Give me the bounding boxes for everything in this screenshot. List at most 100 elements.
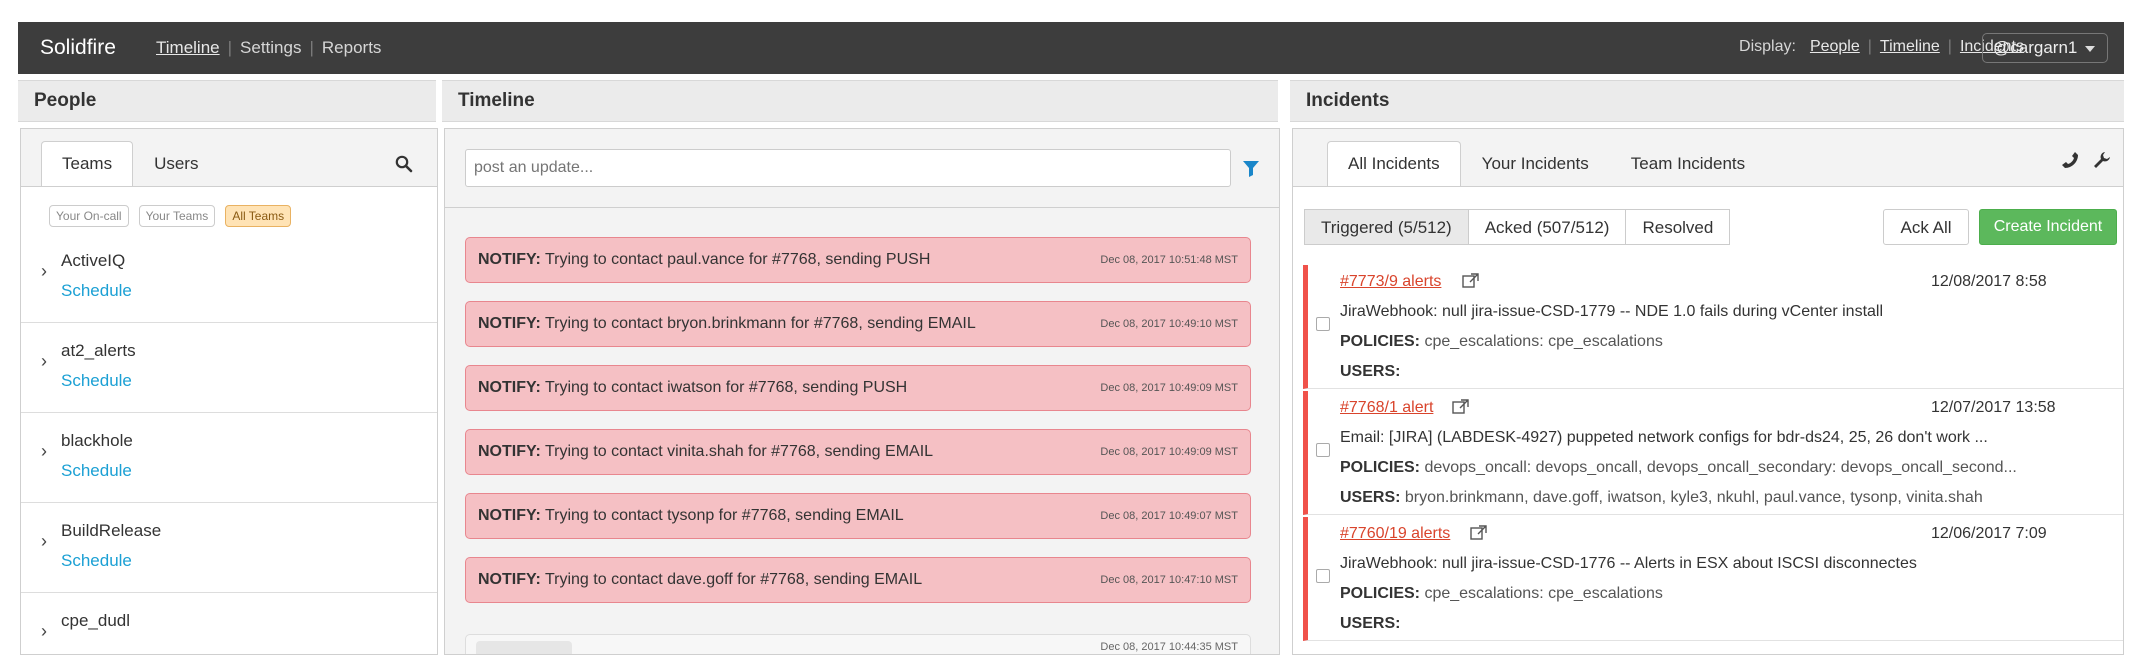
timeline-event[interactable]: NOTIFY: Trying to contact iwatson for #7… <box>465 365 1251 411</box>
event-text: Trying to contact vinita.shah for #7768,… <box>540 443 934 460</box>
chevron-right-icon[interactable]: › <box>41 441 47 462</box>
incident-tabs: All Incidents Your Incidents Team Incide… <box>1327 141 1766 187</box>
tab-all-incidents[interactable]: All Incidents <box>1327 141 1461 187</box>
caret-down-icon <box>2085 45 2096 52</box>
nav-link-timeline[interactable]: Timeline <box>156 38 220 58</box>
event-label: NOTIFY: <box>478 379 541 396</box>
schedule-link[interactable]: Schedule <box>61 281 132 301</box>
timeline-event[interactable]: NOTIFY: Trying to contact vinita.shah fo… <box>465 429 1251 475</box>
nav-separator: | <box>1867 38 1872 55</box>
event-label: NOTIFY: <box>478 251 541 268</box>
chevron-right-icon[interactable]: › <box>41 621 47 642</box>
timeline-event[interactable]: NOTIFY: Trying to contact paul.vance for… <box>465 237 1251 283</box>
section-header-timeline: Timeline <box>442 80 1278 122</box>
schedule-link[interactable]: Schedule <box>61 371 132 391</box>
event-timestamp: Dec 08, 2017 10:49:10 MST <box>1100 318 1238 330</box>
filter-your-teams[interactable]: Your Teams <box>138 205 216 227</box>
filter-all-teams[interactable]: All Teams <box>225 205 292 227</box>
people-list: Your On-call Your Teams All Teams › Acti… <box>21 186 437 654</box>
incident-link[interactable]: #7760/19 alerts <box>1340 525 1450 543</box>
incident-row[interactable]: #7768/1 alert 12/07/2017 13:58 Email: [J… <box>1303 391 2123 515</box>
chevron-right-icon[interactable]: › <box>41 351 47 372</box>
divider <box>445 207 1279 208</box>
external-link-icon[interactable] <box>1452 399 1470 420</box>
incident-row[interactable]: #7760/19 alerts 12/06/2017 7:09 JiraWebh… <box>1303 517 2123 641</box>
incident-title: JiraWebhook: null jira-issue-CSD-1776 --… <box>1340 555 1917 572</box>
tab-your-incidents[interactable]: Your Incidents <box>1461 141 1610 187</box>
create-incident-button[interactable]: Create Incident <box>1979 209 2117 245</box>
incident-users: USERS: bryon.brinkmann, dave.goff, iwats… <box>1340 489 1983 507</box>
incident-date: 12/06/2017 7:09 <box>1931 525 2047 542</box>
event-label: NOTIFY: <box>478 315 541 332</box>
state-triggered[interactable]: Triggered (5/512) <box>1304 209 1469 245</box>
external-link-icon[interactable] <box>1470 525 1488 546</box>
filter-your-oncall[interactable]: Your On-call <box>49 205 129 227</box>
incident-link[interactable]: #7773/9 alerts <box>1340 273 1441 291</box>
incident-link[interactable]: #7768/1 alert <box>1340 399 1433 417</box>
timeline-event[interactable]: NOTIFY: Trying to contact bryon.brinkman… <box>465 301 1251 347</box>
schedule-link[interactable]: Schedule <box>61 461 132 481</box>
tab-team-incidents[interactable]: Team Incidents <box>1610 141 1766 187</box>
team-name: blackhole <box>61 431 133 450</box>
team-name: ActiveIQ <box>61 251 126 270</box>
post-update-input[interactable] <box>465 149 1231 187</box>
timeline-event[interactable]: NOTIFY: Trying to contact dave.goff for … <box>465 557 1251 603</box>
timeline-event[interactable]: NOTIFY: Trying to contact tysonp for #77… <box>465 493 1251 539</box>
team-name: cpe_dudl <box>61 611 131 630</box>
incident-date: 12/07/2017 13:58 <box>1931 399 2056 416</box>
timeline-event-partial[interactable]: Dec 08, 2017 10:44:35 MST <box>465 634 1251 654</box>
filter-icon[interactable] <box>1243 161 1259 182</box>
incident-date: 12/08/2017 8:58 <box>1931 273 2047 290</box>
search-icon[interactable] <box>395 155 413 178</box>
incident-row[interactable]: #7773/9 alerts 12/08/2017 8:58 JiraWebho… <box>1303 265 2123 389</box>
nav-separator: | <box>1947 38 1952 55</box>
section-header-people: People <box>18 80 436 122</box>
display-link-people[interactable]: People <box>1810 38 1860 56</box>
brand-logo[interactable]: Solidfire <box>40 36 116 60</box>
incidents-panel: All Incidents Your Incidents Team Incide… <box>1292 128 2124 655</box>
event-text: Trying to contact iwatson for #7768, sen… <box>540 379 908 396</box>
team-name: at2_alerts <box>61 341 136 360</box>
event-label: NOTIFY: <box>478 507 541 524</box>
team-item-at2-alerts[interactable]: › at2_alerts Schedule <box>21 323 437 413</box>
state-resolved[interactable]: Resolved <box>1625 209 1731 245</box>
policies-value: devops_oncall: devops_oncall, devops_onc… <box>1420 459 2017 476</box>
user-menu-button[interactable]: @cargarn1 <box>1982 33 2108 63</box>
chevron-right-icon[interactable]: › <box>41 531 47 552</box>
display-label: Display: <box>1739 38 1796 55</box>
external-link-icon[interactable] <box>1462 273 1480 294</box>
team-item-cpe-dudl[interactable]: › cpe_dudl <box>21 593 437 654</box>
wrench-icon[interactable] <box>2093 151 2111 174</box>
display-link-timeline[interactable]: Timeline <box>1880 38 1940 56</box>
tab-users[interactable]: Users <box>133 141 219 187</box>
schedule-link[interactable]: Schedule <box>61 551 132 571</box>
nav-link-settings[interactable]: Settings <box>240 38 301 58</box>
incident-checkbox[interactable] <box>1316 569 1330 583</box>
nav-link-reports[interactable]: Reports <box>322 38 382 58</box>
policies-label: POLICIES: <box>1340 333 1421 350</box>
team-item-blackhole[interactable]: › blackhole Schedule <box>21 413 437 503</box>
incident-users: USERS: <box>1340 363 1400 381</box>
tab-teams[interactable]: Teams <box>41 141 134 187</box>
incident-checkbox[interactable] <box>1316 317 1330 331</box>
event-timestamp: Dec 08, 2017 10:47:10 MST <box>1100 574 1238 586</box>
team-item-activeiq[interactable]: › ActiveIQ Schedule <box>21 233 437 323</box>
phone-icon[interactable] <box>2061 151 2079 174</box>
team-item-buildrelease[interactable]: › BuildRelease Schedule <box>21 503 437 593</box>
user-name: @cargarn1 <box>1993 38 2078 57</box>
event-timestamp: Dec 08, 2017 10:49:09 MST <box>1100 446 1238 458</box>
chevron-right-icon[interactable]: › <box>41 261 47 282</box>
timeline-panel: NOTIFY: Trying to contact paul.vance for… <box>444 128 1280 655</box>
incident-users: USERS: <box>1340 615 1400 633</box>
event-text: Trying to contact tysonp for #7768, send… <box>540 507 904 524</box>
event-timestamp: Dec 08, 2017 10:49:09 MST <box>1100 382 1238 394</box>
incident-title: Email: [JIRA] (LABDESK-4927) puppeted ne… <box>1340 429 1988 446</box>
event-text: Trying to contact bryon.brinkmann for #7… <box>540 315 976 332</box>
state-acked[interactable]: Acked (507/512) <box>1467 209 1627 245</box>
incident-checkbox[interactable] <box>1316 443 1330 457</box>
incident-policies: POLICIES: cpe_escalations: cpe_escalatio… <box>1340 333 1663 351</box>
team-name: BuildRelease <box>61 521 162 540</box>
ack-all-button[interactable]: Ack All <box>1883 209 1969 245</box>
event-text: Trying to contact dave.goff for #7768, s… <box>540 571 923 588</box>
event-label: NOTIFY: <box>478 443 541 460</box>
